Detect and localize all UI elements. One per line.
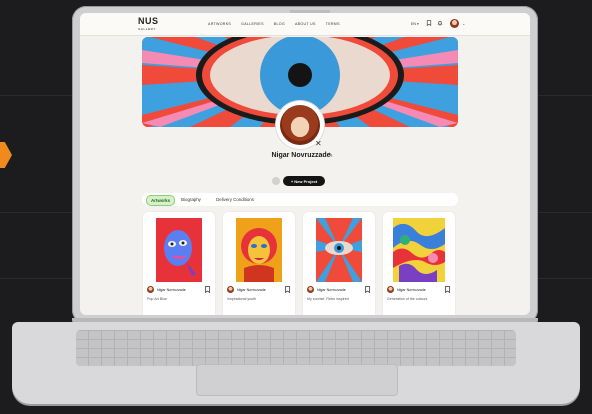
card-author: Nigar Novruzzade xyxy=(147,286,186,293)
author-name: Nigar Novruzzade xyxy=(317,287,346,292)
nav-item-blog[interactable]: BLOG xyxy=(274,22,285,26)
artwork-image xyxy=(393,218,445,282)
artwork-card[interactable]: Nigar Novruzzade Pop Art Blue xyxy=(143,212,215,315)
author-avatar xyxy=(227,286,234,293)
nav-item-terms[interactable]: TERMS xyxy=(326,22,340,26)
profile-photo xyxy=(280,105,320,145)
author-avatar xyxy=(147,286,154,293)
bookmark-icon[interactable] xyxy=(205,286,210,293)
nav-item-artworks[interactable]: ARTWORKS xyxy=(208,22,231,26)
card-author: Nigar Novruzzade xyxy=(227,286,266,293)
logo-subtext: GALLERY xyxy=(138,27,156,31)
gallery-logo[interactable]: NUS GALLERY xyxy=(138,17,159,33)
artwork-image xyxy=(236,218,282,282)
tab-biography[interactable]: Biography xyxy=(176,195,206,204)
laptop-screen: NUS GALLERY ARTWORKS GALLERIES BLOG ABOU… xyxy=(80,13,530,315)
nav-item-galleries[interactable]: GALLERIES xyxy=(241,22,264,26)
artwork-image xyxy=(156,218,202,282)
top-navigation-bar: NUS GALLERY ARTWORKS GALLERIES BLOG ABOU… xyxy=(80,13,530,36)
nav-item-about[interactable]: ABOUT US xyxy=(295,22,316,26)
author-avatar xyxy=(307,286,314,293)
chevron-down-icon[interactable]: ⌄ xyxy=(462,21,465,26)
artwork-card[interactable]: Nigar Novruzzade Inspirational youth xyxy=(223,212,295,315)
arrow-tab-icon xyxy=(0,142,12,168)
language-selector[interactable]: EN ▾ xyxy=(411,22,419,26)
bookmark-icon[interactable] xyxy=(285,286,290,293)
author-avatar xyxy=(387,286,394,293)
main-nav: ARTWORKS GALLERIES BLOG ABOUT US TERMS xyxy=(208,22,340,26)
edit-icon[interactable]: ✎ xyxy=(328,152,333,159)
artwork-card[interactable]: Nigar Novruzzade My sunrise, Retro inspi… xyxy=(303,212,375,315)
author-name: Nigar Novruzzade xyxy=(397,287,426,292)
tab-artworks[interactable]: Artworks xyxy=(146,195,175,206)
artwork-image xyxy=(316,218,362,282)
card-author: Nigar Novruzzade xyxy=(307,286,346,293)
new-project-button[interactable]: + New Project xyxy=(283,176,325,186)
artwork-card[interactable]: Nigar Novruzzade Generation of the colou… xyxy=(383,212,455,315)
card-author: Nigar Novruzzade xyxy=(387,286,426,293)
artwork-title: Generation of the colours xyxy=(387,297,428,301)
artwork-title: Inspirational youth xyxy=(227,297,257,301)
close-icon[interactable]: ✕ xyxy=(315,139,322,148)
artwork-title: My sunrise, Retro inspired xyxy=(307,297,349,301)
language-label: EN xyxy=(411,22,416,26)
laptop-trackpad xyxy=(196,364,398,396)
bell-icon[interactable] xyxy=(437,20,443,26)
bookmark-icon[interactable] xyxy=(445,286,450,293)
artwork-title: Pop Art Blue xyxy=(147,297,167,301)
author-name: Nigar Novruzzade xyxy=(237,287,266,292)
user-avatar[interactable] xyxy=(450,19,459,28)
profile-action-button[interactable] xyxy=(272,177,280,185)
bookmark-icon[interactable] xyxy=(365,286,370,293)
tab-delivery-conditions[interactable]: Delivery Conditions xyxy=(209,195,261,204)
bookmark-icon[interactable] xyxy=(426,20,432,26)
author-name: Nigar Novruzzade xyxy=(157,287,186,292)
laptop-keyboard xyxy=(76,330,516,366)
